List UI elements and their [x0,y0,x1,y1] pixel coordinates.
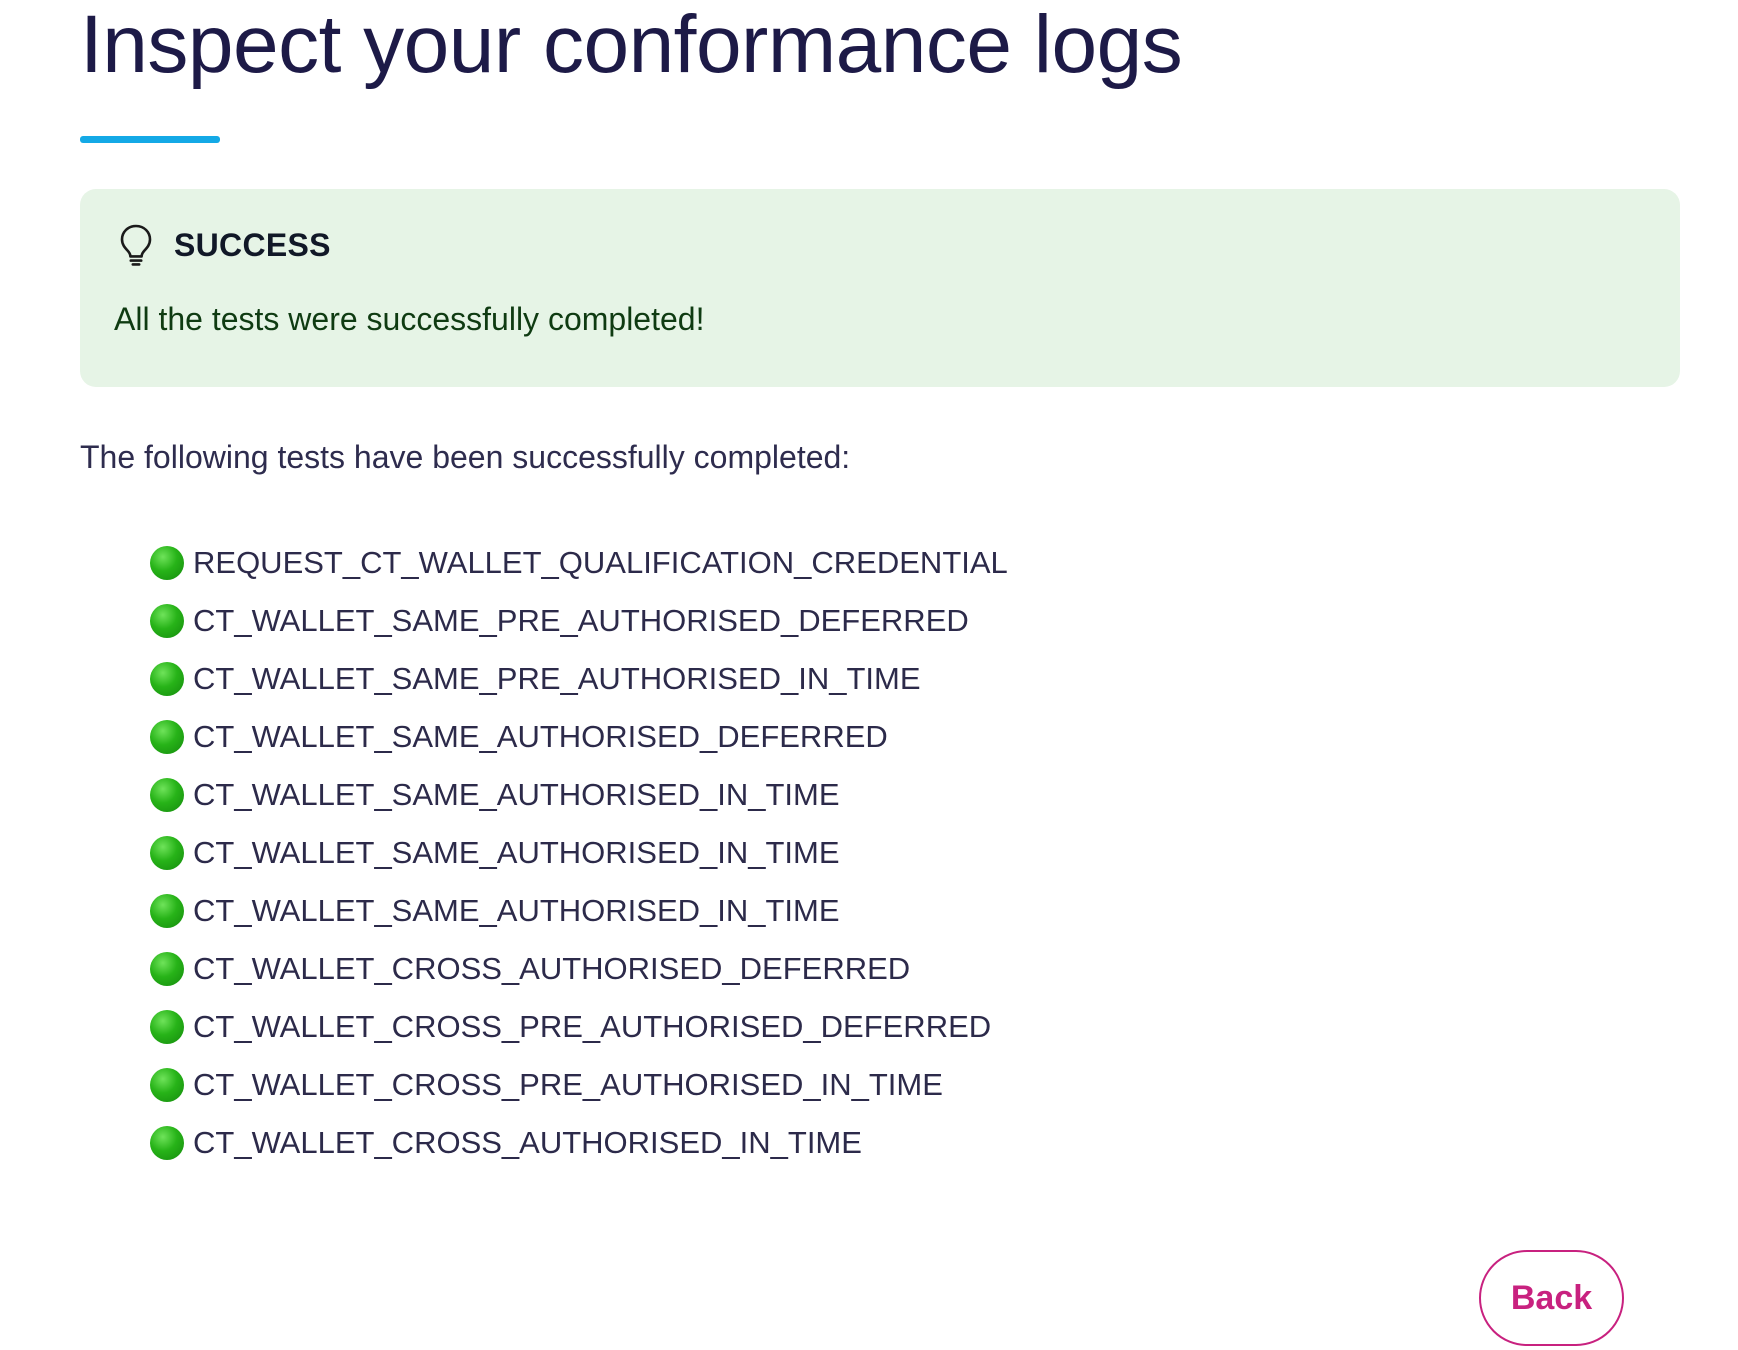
alert-message: All the tests were successfully complete… [114,301,705,337]
tests-intro-text: The following tests have been successful… [80,439,851,475]
lightbulb-icon [116,223,156,267]
green-circle-icon [150,604,184,638]
list-item: CT_WALLET_SAME_PRE_AUTHORISED_DEFERRED [150,592,1680,650]
page-title: Inspect your conformance logs [80,0,1183,90]
green-circle-icon [150,836,184,870]
back-button[interactable]: Back [1479,1250,1624,1346]
list-item: CT_WALLET_CROSS_PRE_AUTHORISED_IN_TIME [150,1056,1680,1114]
test-name: CT_WALLET_SAME_PRE_AUTHORISED_DEFERRED [193,603,969,638]
success-alert: SUCCESS All the tests were successfully … [80,189,1680,387]
list-item: CT_WALLET_SAME_PRE_AUTHORISED_IN_TIME [150,650,1680,708]
green-circle-icon [150,1126,184,1160]
alert-header: SUCCESS [114,223,1644,267]
main-content: Inspect your conformance logs SUCCESS Al… [80,0,1680,1172]
title-accent-underline [80,136,220,143]
test-name: CT_WALLET_SAME_AUTHORISED_IN_TIME [193,893,840,928]
test-name: CT_WALLET_SAME_AUTHORISED_DEFERRED [193,719,888,754]
list-item: CT_WALLET_CROSS_AUTHORISED_DEFERRED [150,940,1680,998]
green-circle-icon [150,662,184,696]
green-circle-icon [150,778,184,812]
test-name: CT_WALLET_CROSS_AUTHORISED_DEFERRED [193,951,911,986]
test-name: CT_WALLET_CROSS_PRE_AUTHORISED_IN_TIME [193,1067,943,1102]
green-circle-icon [150,546,184,580]
list-item: REQUEST_CT_WALLET_QUALIFICATION_CREDENTI… [150,534,1680,592]
list-item: CT_WALLET_SAME_AUTHORISED_IN_TIME [150,824,1680,882]
list-item: CT_WALLET_SAME_AUTHORISED_IN_TIME [150,882,1680,940]
list-item: CT_WALLET_SAME_AUTHORISED_IN_TIME [150,766,1680,824]
test-name: REQUEST_CT_WALLET_QUALIFICATION_CREDENTI… [193,545,1008,580]
list-item: CT_WALLET_CROSS_AUTHORISED_IN_TIME [150,1114,1680,1172]
list-item: CT_WALLET_CROSS_PRE_AUTHORISED_DEFERRED [150,998,1680,1056]
test-name: CT_WALLET_SAME_AUTHORISED_IN_TIME [193,777,840,812]
green-circle-icon [150,1010,184,1044]
list-item: CT_WALLET_SAME_AUTHORISED_DEFERRED [150,708,1680,766]
test-name: CT_WALLET_CROSS_AUTHORISED_IN_TIME [193,1125,862,1160]
alert-title: SUCCESS [174,226,331,263]
test-name: CT_WALLET_SAME_AUTHORISED_IN_TIME [193,835,840,870]
green-circle-icon [150,720,184,754]
test-name: CT_WALLET_CROSS_PRE_AUTHORISED_DEFERRED [193,1009,992,1044]
green-circle-icon [150,894,184,928]
completed-tests-list: REQUEST_CT_WALLET_QUALIFICATION_CREDENTI… [80,534,1680,1172]
green-circle-icon [150,952,184,986]
green-circle-icon [150,1068,184,1102]
test-name: CT_WALLET_SAME_PRE_AUTHORISED_IN_TIME [193,661,921,696]
